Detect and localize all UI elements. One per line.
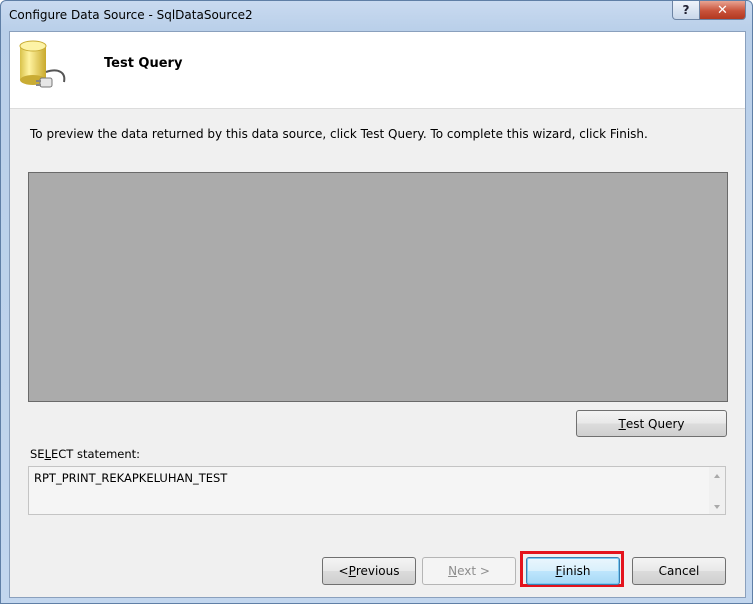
select-label-post: ECT statement:	[51, 447, 141, 461]
next-label-post: ext >	[457, 564, 490, 578]
select-label-pre: SE	[30, 447, 45, 461]
previous-label-pre: <	[338, 564, 349, 578]
select-statement-label: SELECT statement:	[30, 447, 140, 461]
finish-button[interactable]: Finish	[526, 557, 620, 585]
window-title: Configure Data Source - SqlDataSource2	[9, 8, 253, 22]
next-button-disabled: Next >	[422, 557, 516, 585]
test-query-label-post: est Query	[625, 416, 685, 431]
test-query-label-key: T	[618, 416, 626, 431]
previous-label-post: revious	[355, 564, 400, 578]
title-bar[interactable]: Configure Data Source - SqlDataSource2 ?…	[1, 1, 752, 31]
previous-button[interactable]: < Previous	[322, 557, 416, 585]
select-statement-scrollbar[interactable]	[709, 467, 725, 514]
scroll-up-arrow-icon[interactable]	[714, 474, 720, 478]
help-button[interactable]: ?	[672, 1, 700, 20]
select-statement-field[interactable]: RPT_PRINT_REKAPKELUHAN_TEST	[28, 466, 726, 515]
query-results-grid[interactable]	[28, 172, 728, 402]
cancel-button[interactable]: Cancel	[632, 557, 726, 585]
test-query-button[interactable]: Test Query	[576, 410, 727, 437]
database-plug-icon	[19, 40, 66, 88]
page-title: Test Query	[104, 56, 183, 71]
finish-label-post: inish	[562, 564, 591, 578]
finish-label-key: F	[555, 564, 563, 578]
instructions-text: To preview the data returned by this dat…	[30, 127, 648, 141]
select-statement-value: RPT_PRINT_REKAPKELUHAN_TEST	[34, 471, 228, 485]
dialog-window: Configure Data Source - SqlDataSource2 ?…	[0, 0, 753, 604]
dialog-body: Test Query To preview the data returned …	[9, 31, 746, 598]
close-button[interactable]: ✕	[699, 1, 746, 20]
scroll-down-arrow-icon[interactable]	[714, 505, 720, 509]
next-label-key: N	[448, 564, 458, 578]
wizard-header: Test Query	[10, 32, 745, 109]
previous-label-key: P	[348, 564, 356, 578]
